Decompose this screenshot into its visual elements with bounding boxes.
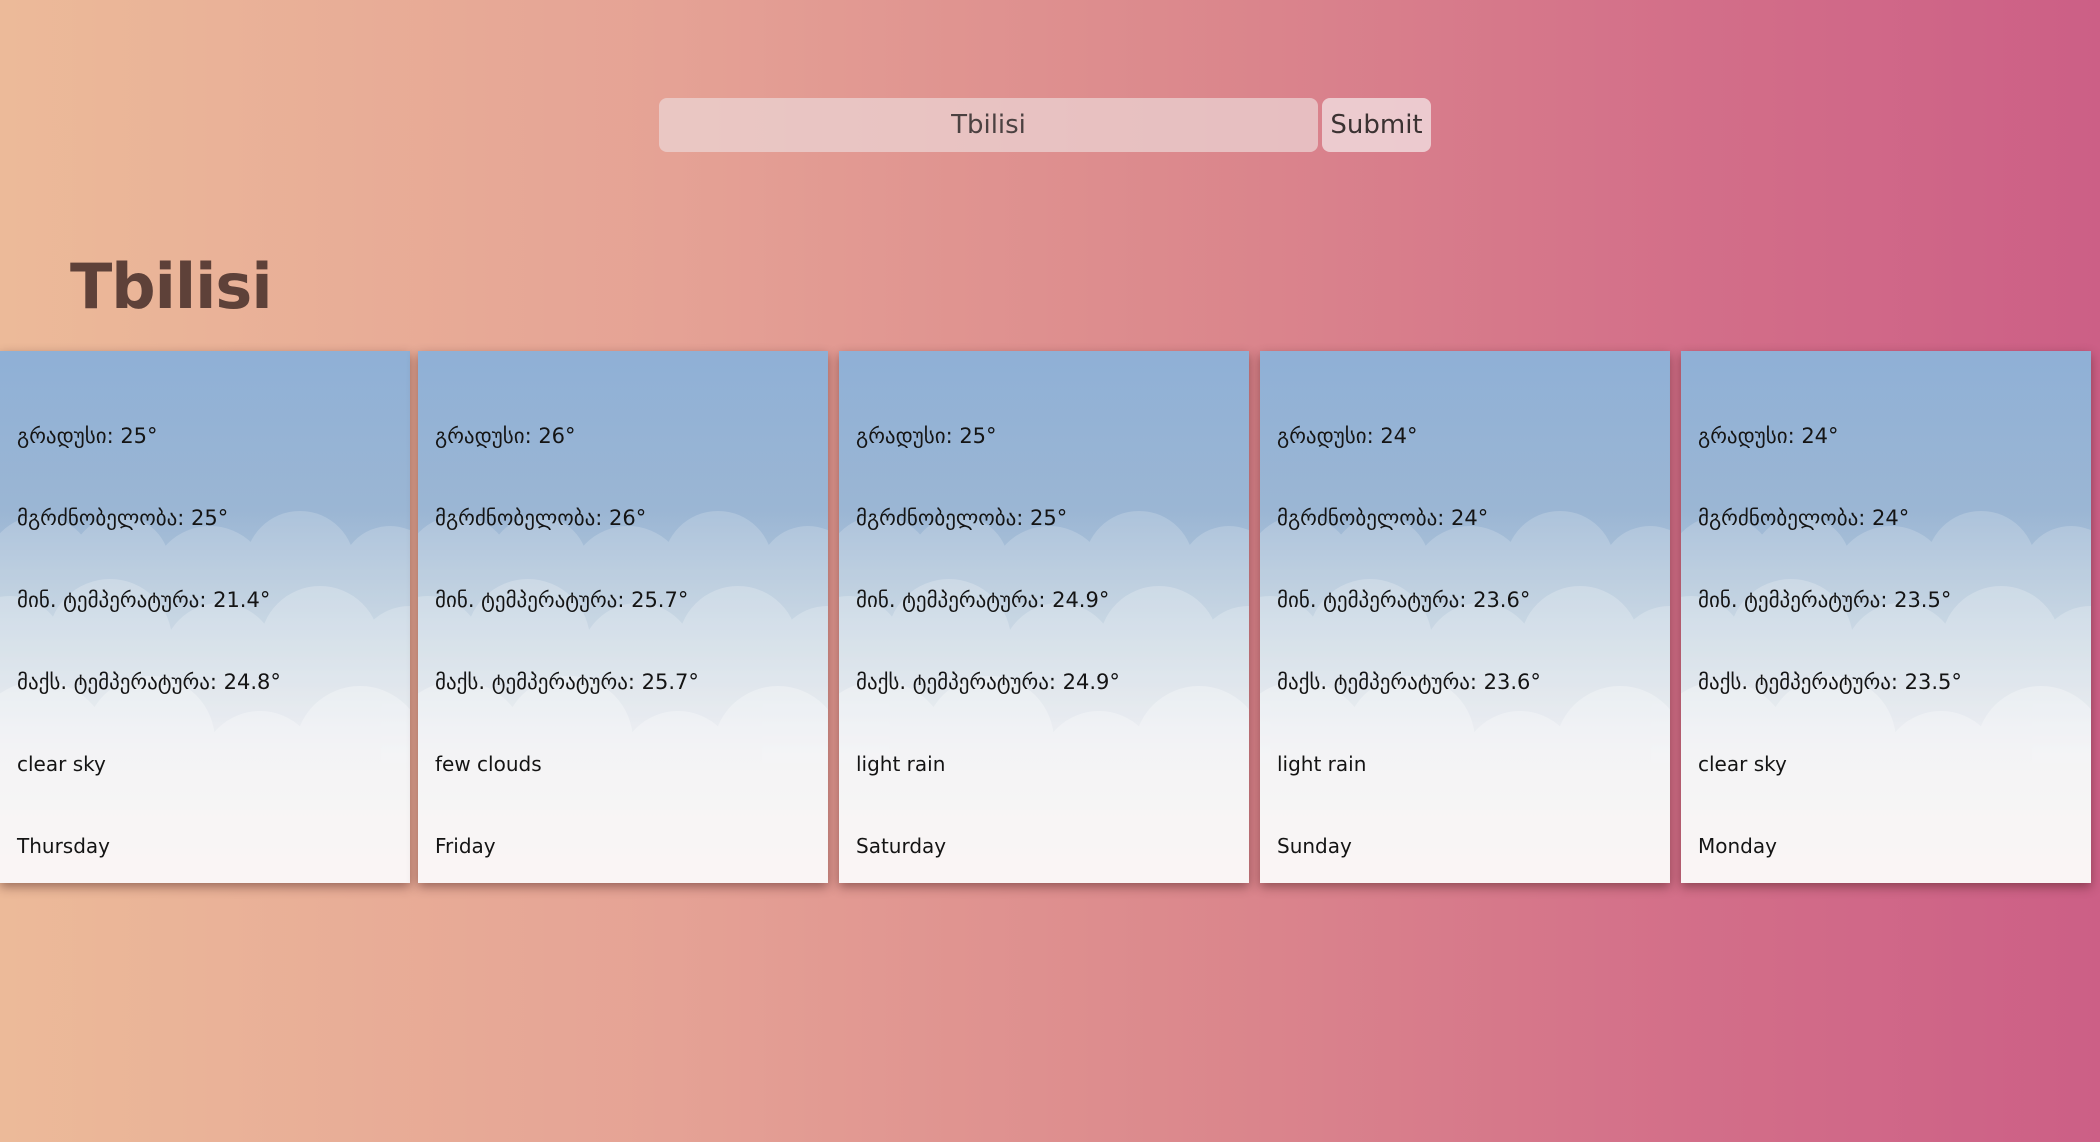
max-temperature-text: მაქს. ტემპერატურა: 24.8° [17,670,281,694]
search-form: Submit [659,98,1431,152]
feels-like-text: მგრძნობელობა: 25° [17,506,229,530]
forecast-cards: გრადუსი: 25° მგრძნობელობა: 25° მინ. ტემპ… [0,351,2100,883]
temperature-text: გრადუსი: 24° [1698,424,1839,448]
max-temperature-text: მაქს. ტემპერატურა: 23.6° [1277,670,1541,694]
weather-description: light rain [1277,752,1367,776]
weather-description: clear sky [1698,752,1787,776]
day-name: Sunday [1277,834,1352,858]
feels-like-text: მგრძნობელობა: 26° [435,506,647,530]
card-fields: გრადუსი: 25° მგრძნობელობა: 25° მინ. ტემპ… [856,422,1243,883]
forecast-card: გრადუსი: 25° მგრძნობელობა: 25° მინ. ტემპ… [839,351,1249,883]
temperature-text: გრადუსი: 25° [856,424,997,448]
submit-button[interactable]: Submit [1322,98,1431,152]
forecast-card: გრადუსი: 24° მგრძნობელობა: 24° მინ. ტემპ… [1260,351,1670,883]
card-fields: გრადუსი: 25° მგრძნობელობა: 25° მინ. ტემპ… [17,422,404,883]
weather-description: few clouds [435,752,542,776]
max-temperature-text: მაქს. ტემპერატურა: 23.5° [1698,670,1962,694]
card-fields: გრადუსი: 26° მგრძნობელობა: 26° მინ. ტემპ… [435,422,822,883]
weather-description: clear sky [17,752,106,776]
min-temperature-text: მინ. ტემპერატურა: 24.9° [856,588,1110,612]
feels-like-text: მგრძნობელობა: 24° [1277,506,1489,530]
card-fields: გრადუსი: 24° მგრძნობელობა: 24° მინ. ტემპ… [1277,422,1664,883]
city-search-input[interactable] [659,98,1318,152]
min-temperature-text: მინ. ტემპერატურა: 23.6° [1277,588,1531,612]
card-fields: გრადუსი: 24° მგრძნობელობა: 24° მინ. ტემპ… [1698,422,2085,883]
day-name: Thursday [17,834,110,858]
temperature-text: გრადუსი: 25° [17,424,158,448]
feels-like-text: მგრძნობელობა: 25° [856,506,1068,530]
min-temperature-text: მინ. ტემპერატურა: 23.5° [1698,588,1952,612]
temperature-text: გრადუსი: 24° [1277,424,1418,448]
forecast-card: გრადუსი: 24° მგრძნობელობა: 24° მინ. ტემპ… [1681,351,2091,883]
day-name: Monday [1698,834,1777,858]
min-temperature-text: მინ. ტემპერატურა: 25.7° [435,588,689,612]
feels-like-text: მგრძნობელობა: 24° [1698,506,1910,530]
max-temperature-text: მაქს. ტემპერატურა: 25.7° [435,670,699,694]
weather-description: light rain [856,752,946,776]
forecast-card: გრადუსი: 25° მგრძნობელობა: 25° მინ. ტემპ… [0,351,410,883]
max-temperature-text: მაქს. ტემპერატურა: 24.9° [856,670,1120,694]
forecast-card: გრადუსი: 26° მგრძნობელობა: 26° მინ. ტემპ… [418,351,828,883]
day-name: Friday [435,834,496,858]
day-name: Saturday [856,834,947,858]
temperature-text: გრადუსი: 26° [435,424,576,448]
min-temperature-text: მინ. ტემპერატურა: 21.4° [17,588,271,612]
city-title: Tbilisi [70,250,273,323]
